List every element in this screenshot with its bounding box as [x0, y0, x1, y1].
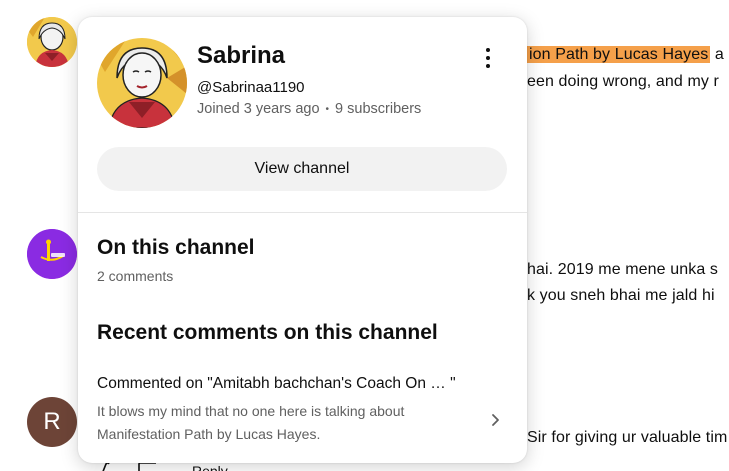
comment-2-line-1: hai. 2019 me mene unka s [527, 261, 718, 278]
recent-comment-text: It blows my mind that no one here is tal… [97, 403, 405, 442]
comment-1-highlighted-link[interactable]: ion Path by Lucas Hayes [527, 46, 711, 63]
on-this-channel-title: On this channel [97, 236, 255, 259]
profile-popover: Sabrina @Sabrinaa1190 Joined 3 years ago… [78, 17, 527, 463]
channel-comment-count: 2 comments [97, 268, 174, 284]
comment-3-line-1: Sir for giving ur valuable tim [527, 429, 728, 446]
comments-page: R ion Path by Lucas Hayes a een doing wr… [0, 0, 729, 471]
comment-1-line-1: ion Path by Lucas Hayes a [527, 46, 724, 63]
joined-date: Joined 3 years ago [197, 101, 320, 117]
reply-button[interactable]: Reply [192, 463, 228, 471]
profile-avatar[interactable] [97, 38, 187, 128]
more-options-icon[interactable] [477, 45, 499, 71]
section-divider [78, 212, 527, 213]
profile-header: Sabrina @Sabrinaa1190 Joined 3 years ago… [78, 17, 527, 212]
separator-dot: • [325, 103, 330, 115]
recent-comment-item[interactable]: Commented on "Amitabh bachchan's Coach O… [78, 367, 527, 447]
subscriber-count: 9 subscribers [335, 101, 422, 117]
avatar-letter: R [43, 408, 61, 435]
avatar-illustration-icon [27, 17, 77, 67]
profile-name: Sabrina [197, 42, 286, 69]
comment-1-line-2: een doing wrong, and my r [527, 73, 719, 90]
view-channel-button[interactable]: View channel [97, 147, 507, 191]
profile-avatar-illustration-icon [97, 38, 187, 128]
channel-logo-icon [27, 229, 77, 279]
chevron-right-icon [492, 414, 499, 426]
profile-meta: Joined 3 years ago • 9 subscribers [197, 101, 421, 117]
recent-comments-title: Recent comments on this channel [97, 321, 438, 344]
commenter-avatar-3[interactable]: R [27, 397, 77, 447]
comment-2-line-2: k you sneh bhai me jald hi [527, 287, 715, 304]
commented-on-video: Commented on "Amitabh bachchan's Coach O… [97, 375, 456, 392]
commenter-avatar-sabrina[interactable] [27, 17, 77, 67]
profile-handle: @Sabrinaa1190 [197, 79, 305, 96]
commenter-avatar-2[interactable] [27, 229, 77, 279]
